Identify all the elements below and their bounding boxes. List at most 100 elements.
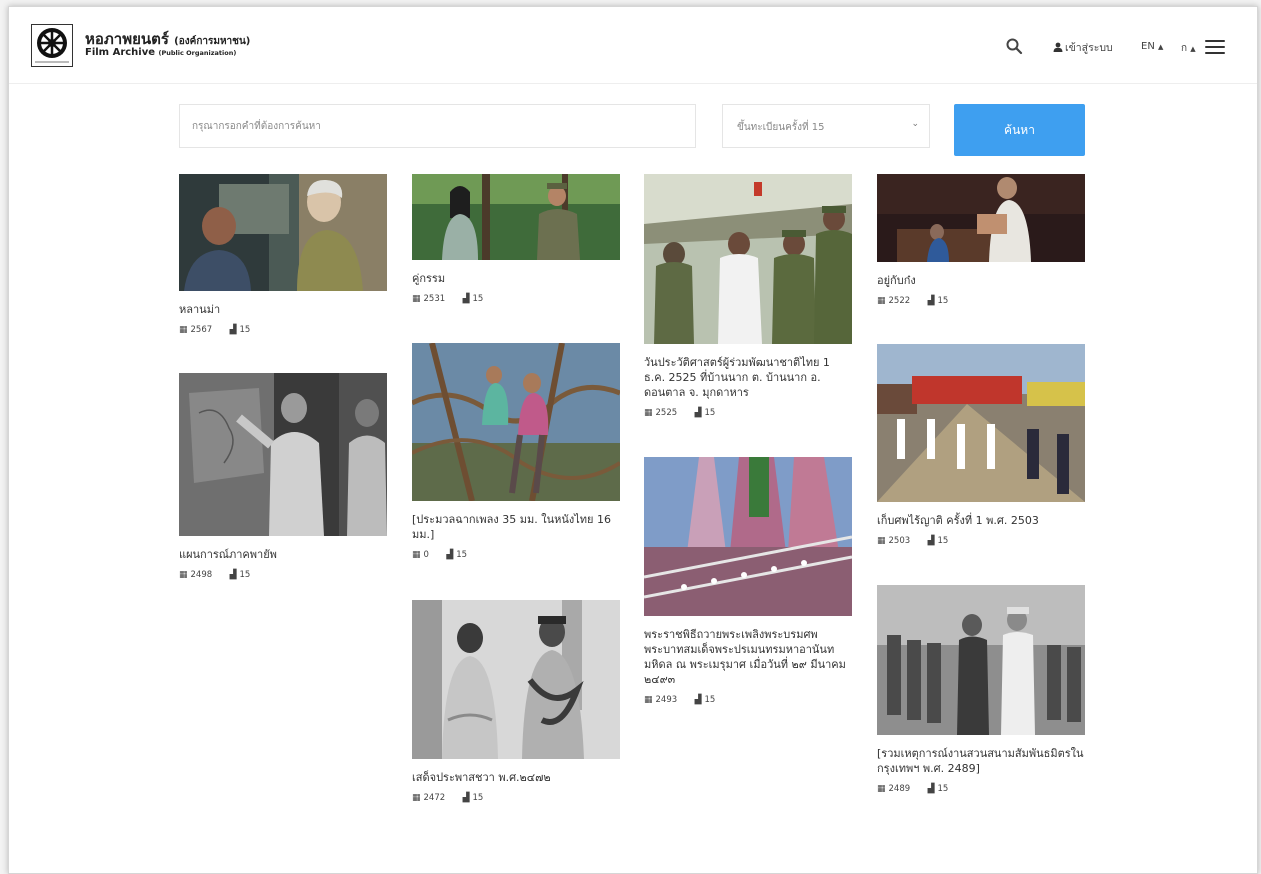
podium-icon: ▟: [694, 695, 702, 705]
registration-round-select[interactable]: ขึ้นทะเบียนครั้งที่ 15 ⌄: [722, 104, 930, 148]
film-thumbnail[interactable]: [412, 600, 620, 759]
film-thumbnail[interactable]: [179, 174, 387, 291]
film-meta: ▦ 2567 ▟ 15: [179, 325, 387, 335]
film-title[interactable]: เก็บศพไร้ญาติ ครั้งที่ 1 พ.ศ. 2503: [877, 513, 1085, 528]
film-title[interactable]: พระราชพิธีถวายพระเพลิงพระบรมศพ พระบาทสมเ…: [644, 627, 852, 687]
search-button[interactable]: ค้นหา: [954, 104, 1085, 156]
brand-name-thai: หอภาพยนตร์: [85, 30, 169, 48]
podium-icon: ▟: [229, 570, 237, 580]
podium-icon: ▟: [694, 408, 702, 418]
film-title[interactable]: [รวมเหตุการณ์งานสวนสนามสัมพันธมิตรในกรุง…: [877, 746, 1085, 776]
brand-name-english: Film Archive: [85, 47, 156, 58]
film-meta: ▦ 0 ▟ 15: [412, 550, 620, 560]
film-card[interactable]: อยู่กับก๋ง ▦ 2522 ▟ 15: [877, 174, 1085, 306]
film-card[interactable]: หลานม่า ▦ 2567 ▟ 15: [179, 174, 387, 335]
film-year: 0: [423, 550, 429, 560]
calendar-icon: ▦: [412, 294, 421, 304]
caret-up-icon: ▲: [1158, 43, 1164, 51]
film-year: 2503: [888, 536, 911, 546]
calendar-icon: ▦: [644, 408, 653, 418]
film-year: 2522: [888, 296, 911, 306]
film-thumbnail[interactable]: [877, 344, 1085, 502]
login-link[interactable]: เข้าสู่ระบบ: [1053, 39, 1113, 56]
brand-suffix-thai: (องค์การมหาชน): [174, 36, 251, 47]
calendar-icon: ▦: [412, 550, 421, 560]
film-round: 15: [239, 570, 251, 580]
podium-icon: ▟: [446, 550, 454, 560]
podium-icon: ▟: [927, 784, 935, 794]
film-title[interactable]: [ประมวลฉากเพลง 35 มม. ในหนังไทย 16 มม.]: [412, 512, 620, 542]
page-frame: หอภาพยนตร์ (องค์การมหาชน) Film Archive (…: [8, 6, 1258, 874]
film-card[interactable]: [รวมเหตุการณ์งานสวนสนามสัมพันธมิตรในกรุง…: [877, 585, 1085, 794]
font-size-label: ก: [1181, 43, 1188, 54]
user-icon: [1053, 42, 1063, 52]
film-meta: ▦ 2531 ▟ 15: [412, 294, 620, 304]
registration-round-value: ขึ้นทะเบียนครั้งที่ 15: [737, 122, 825, 133]
film-title[interactable]: วันประวัติศาสตร์ผู้ร่วมพัฒนาชาติไทย 1 ธ.…: [644, 355, 852, 400]
film-card[interactable]: คู่กรรม ▦ 2531 ▟ 15: [412, 174, 620, 304]
film-thumbnail-image: [644, 174, 852, 344]
film-title[interactable]: หลานม่า: [179, 302, 387, 317]
menu-bar: [1205, 46, 1225, 48]
film-meta: ▦ 2489 ▟ 15: [877, 784, 1085, 794]
film-title[interactable]: คู่กรรม: [412, 271, 620, 286]
film-meta: ▦ 2472 ▟ 15: [412, 793, 620, 803]
menu-icon[interactable]: [1205, 40, 1225, 54]
film-card[interactable]: พระราชพิธีถวายพระเพลิงพระบรมศพ พระบาทสมเ…: [644, 457, 852, 705]
film-round: 15: [472, 793, 484, 803]
film-card[interactable]: เสด็จประพาสชวา พ.ศ.๒๔๗๒ ▦ 2472 ▟ 15: [412, 600, 620, 803]
film-meta: ▦ 2498 ▟ 15: [179, 570, 387, 580]
film-meta: ▦ 2522 ▟ 15: [877, 296, 1085, 306]
film-title[interactable]: เสด็จประพาสชวา พ.ศ.๒๔๗๒: [412, 770, 620, 785]
film-year: 2567: [190, 325, 213, 335]
film-card[interactable]: [ประมวลฉากเพลง 35 มม. ในหนังไทย 16 มม.] …: [412, 343, 620, 560]
film-meta: ▦ 2493 ▟ 15: [644, 695, 852, 705]
film-thumbnail-image: [877, 174, 1085, 262]
film-thumbnail-image: [179, 373, 387, 536]
film-round: 15: [937, 784, 949, 794]
chevron-down-icon: ⌄: [911, 119, 919, 129]
film-meta: ▦ 2525 ▟ 15: [644, 408, 852, 418]
film-round: 15: [937, 296, 949, 306]
menu-bar: [1205, 52, 1225, 54]
film-year: 2531: [423, 294, 446, 304]
podium-icon: ▟: [927, 536, 935, 546]
font-size-selector[interactable]: ก ▲: [1181, 41, 1196, 56]
film-round: 15: [704, 695, 716, 705]
film-thumbnail-image: [412, 600, 620, 759]
film-thumbnail-image: [179, 174, 387, 291]
film-year: 2498: [190, 570, 213, 580]
film-thumbnail[interactable]: [644, 457, 852, 616]
film-card[interactable]: แผนการณ์ภาคพายัพ ▦ 2498 ▟ 15: [179, 373, 387, 580]
film-year: 2493: [655, 695, 678, 705]
film-thumbnail[interactable]: [877, 174, 1085, 262]
calendar-icon: ▦: [412, 793, 421, 803]
film-card[interactable]: เก็บศพไร้ญาติ ครั้งที่ 1 พ.ศ. 2503 ▦ 2503…: [877, 344, 1085, 546]
podium-icon: ▟: [462, 793, 470, 803]
film-thumbnail[interactable]: [877, 585, 1085, 735]
podium-icon: ▟: [927, 296, 935, 306]
film-thumbnail-image: [644, 457, 852, 616]
film-title[interactable]: แผนการณ์ภาคพายัพ: [179, 547, 387, 562]
menu-bar: [1205, 40, 1225, 42]
search-input[interactable]: [179, 104, 696, 148]
film-thumbnail-image: [412, 343, 620, 501]
film-thumbnail[interactable]: [412, 343, 620, 501]
calendar-icon: ▦: [644, 695, 653, 705]
film-title[interactable]: อยู่กับก๋ง: [877, 273, 1085, 288]
brand-title-english[interactable]: Film Archive (Public Organization): [85, 47, 236, 58]
language-selector[interactable]: EN ▲: [1141, 41, 1163, 52]
calendar-icon: ▦: [179, 570, 188, 580]
film-round: 15: [239, 325, 251, 335]
language-label: EN: [1141, 41, 1155, 52]
calendar-icon: ▦: [877, 536, 886, 546]
podium-icon: ▟: [462, 294, 470, 304]
film-thumbnail[interactable]: [179, 373, 387, 536]
film-thumbnail-image: [877, 344, 1085, 502]
film-thumbnail[interactable]: [644, 174, 852, 344]
calendar-icon: ▦: [877, 784, 886, 794]
film-archive-logo-icon[interactable]: [31, 24, 73, 68]
film-card[interactable]: วันประวัติศาสตร์ผู้ร่วมพัฒนาชาติไทย 1 ธ.…: [644, 174, 852, 418]
film-thumbnail[interactable]: [412, 174, 620, 260]
search-icon[interactable]: [1005, 37, 1023, 55]
